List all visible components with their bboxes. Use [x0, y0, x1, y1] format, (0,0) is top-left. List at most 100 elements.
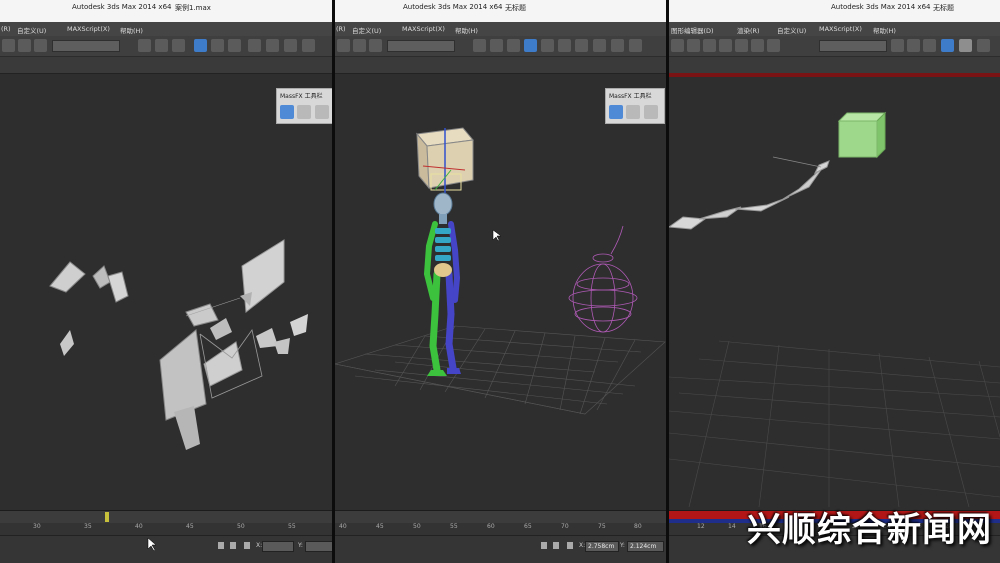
percent-snap-icon[interactable]	[2, 39, 15, 52]
menu-item-maxscript[interactable]: MAXScript(X)	[819, 25, 862, 33]
tick-label: 65	[524, 523, 532, 530]
render-frame-icon[interactable]	[611, 39, 624, 52]
curve-editor-icon[interactable]	[541, 39, 554, 52]
align-icon[interactable]	[490, 39, 503, 52]
render-icon[interactable]	[302, 39, 315, 52]
menu-item-help[interactable]: 帮助(H)	[873, 25, 896, 35]
menu-item-maxscript[interactable]: MAXScript(X)	[67, 25, 110, 33]
massfx-toolbar: MassFX 工具栏	[276, 88, 332, 124]
lock-icon[interactable]	[553, 542, 559, 549]
menu-item-customize[interactable]: 自定义(U)	[777, 25, 806, 35]
named-selection-dropdown[interactable]	[52, 40, 120, 52]
curve-editor-icon[interactable]	[211, 39, 224, 52]
named-selection-dropdown[interactable]	[387, 40, 455, 52]
layer-manager-icon[interactable]	[507, 39, 520, 52]
massfx-toolbar-title: MassFX 工具栏	[609, 93, 652, 100]
menu-item-help[interactable]: 帮助(H)	[455, 25, 478, 35]
status-bar: X: 2.758cm Y: 2.124cm	[335, 535, 666, 563]
character-scene	[335, 127, 666, 415]
tick-label: 40	[135, 523, 143, 530]
time-slider[interactable]	[0, 510, 332, 523]
mirror-icon[interactable]	[473, 39, 486, 52]
menu-item-render[interactable]: (R)	[1, 25, 11, 33]
perspective-viewport[interactable]	[0, 74, 332, 513]
coord-y-label: Y:	[620, 542, 625, 549]
render-frame-icon[interactable]	[284, 39, 297, 52]
mcloth-icon[interactable]	[315, 105, 329, 119]
absolute-mode-icon[interactable]	[244, 542, 250, 549]
mirror-icon[interactable]	[891, 39, 904, 52]
menu-item-customize[interactable]: 自定义(U)	[352, 25, 381, 35]
menu-item-maxscript[interactable]: MAXScript(X)	[402, 25, 445, 33]
layer-manager-icon[interactable]	[923, 39, 936, 52]
tick-label: 35	[84, 523, 92, 530]
link-icon[interactable]	[671, 39, 684, 52]
edit-named-selection-icon[interactable]	[369, 39, 382, 52]
time-slider-handle[interactable]	[105, 512, 109, 522]
percent-snap-icon[interactable]	[337, 39, 350, 52]
schematic-view-icon[interactable]	[228, 39, 241, 52]
scene-explorer-icon[interactable]	[941, 39, 954, 52]
schematic-view-icon[interactable]	[558, 39, 571, 52]
tick-label: 30	[33, 523, 41, 530]
perspective-viewport[interactable]	[669, 77, 1000, 513]
menu-item-help[interactable]: 帮助(H)	[120, 25, 143, 35]
coord-x-field[interactable]	[262, 541, 294, 552]
tick-label: 70	[561, 523, 569, 530]
app-title: Autodesk 3ds Max 2014 x64	[831, 3, 931, 11]
menu-bar: 图形编辑器(D) 渲染(R) 自定义(U) MAXScript(X) 帮助(H)	[669, 22, 1000, 36]
main-toolbar	[669, 36, 1000, 57]
world-parameters-icon[interactable]	[280, 105, 294, 119]
rigid-body-icon[interactable]	[297, 105, 311, 119]
angle-snap-icon[interactable]	[767, 39, 780, 52]
world-parameters-icon[interactable]	[609, 105, 623, 119]
schematic-view-icon[interactable]	[977, 39, 990, 52]
menu-item-render[interactable]: (R)	[336, 25, 346, 33]
snap-toggle-icon[interactable]	[751, 39, 764, 52]
scene-explorer-icon[interactable]	[194, 39, 207, 52]
layer-manager-icon[interactable]	[172, 39, 185, 52]
key-icon[interactable]	[218, 542, 224, 549]
material-editor-icon[interactable]	[575, 39, 588, 52]
perspective-viewport[interactable]	[335, 74, 666, 513]
massfx-toolbar-title: MassFX 工具栏	[280, 93, 323, 100]
mirror-icon[interactable]	[138, 39, 151, 52]
render-setup-icon[interactable]	[266, 39, 279, 52]
align-icon[interactable]	[907, 39, 920, 52]
rigid-body-icon[interactable]	[626, 105, 640, 119]
tick-label: 12	[697, 523, 705, 530]
coord-y-field[interactable]: 2.124cm	[627, 541, 664, 552]
mcloth-icon[interactable]	[644, 105, 658, 119]
coord-y-field[interactable]	[305, 541, 332, 552]
lock-icon[interactable]	[230, 542, 236, 549]
massfx-toolbar: MassFX 工具栏	[605, 88, 665, 124]
file-name: 案例1.max	[175, 4, 211, 12]
select-move-icon[interactable]	[703, 39, 716, 52]
menu-item-customize[interactable]: 自定义(U)	[17, 25, 46, 35]
align-icon[interactable]	[155, 39, 168, 52]
named-selection-dropdown[interactable]	[819, 40, 887, 52]
menu-item-rendering[interactable]: 渲染(R)	[737, 25, 760, 35]
tick-label: 80	[634, 523, 642, 530]
time-slider[interactable]	[335, 510, 666, 523]
tick-label: 50	[413, 523, 421, 530]
spinner-snap-icon[interactable]	[353, 39, 366, 52]
key-icon[interactable]	[541, 542, 547, 549]
app-title: Autodesk 3ds Max 2014 x64	[403, 3, 503, 11]
spinner-snap-icon[interactable]	[18, 39, 31, 52]
material-editor-icon[interactable]	[248, 39, 261, 52]
absolute-mode-icon[interactable]	[567, 542, 573, 549]
scene-explorer-icon[interactable]	[524, 39, 537, 52]
tick-label: 55	[450, 523, 458, 530]
render-icon[interactable]	[629, 39, 642, 52]
select-rotate-icon[interactable]	[719, 39, 732, 52]
main-toolbar	[0, 36, 332, 57]
coord-x-field[interactable]: 2.758cm	[585, 541, 619, 552]
curve-editor-icon[interactable]	[959, 39, 972, 52]
unlink-icon[interactable]	[687, 39, 700, 52]
tick-label: 75	[598, 523, 606, 530]
menu-item-graph-editors[interactable]: 图形编辑器(D)	[671, 25, 714, 35]
select-scale-icon[interactable]	[735, 39, 748, 52]
render-setup-icon[interactable]	[593, 39, 606, 52]
edit-named-selection-icon[interactable]	[34, 39, 47, 52]
